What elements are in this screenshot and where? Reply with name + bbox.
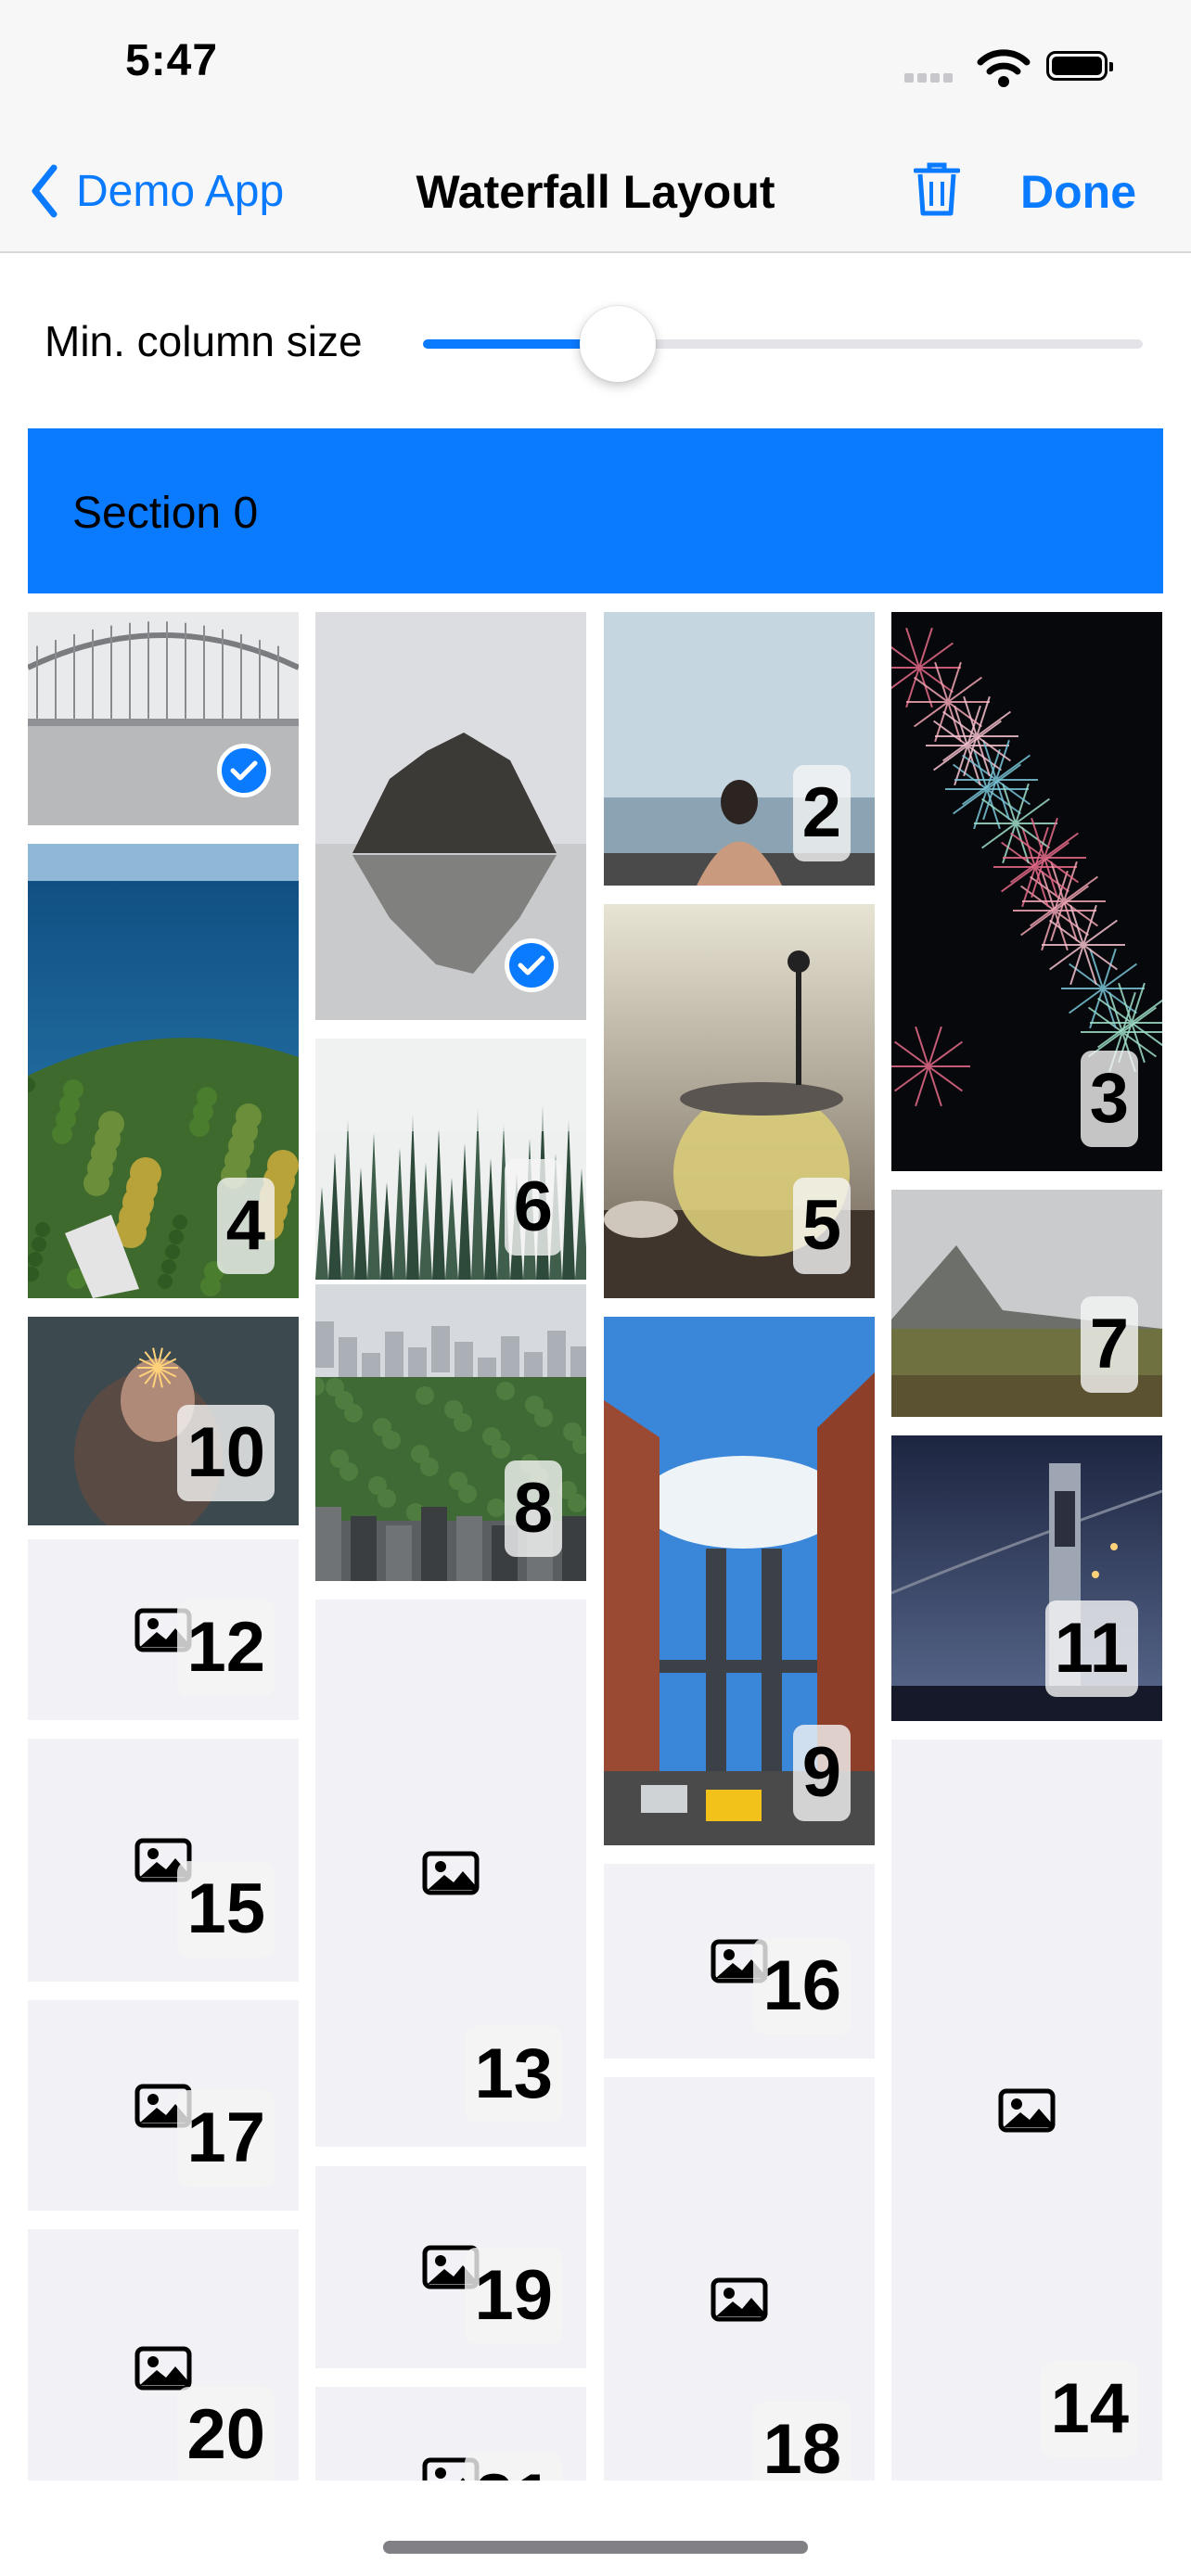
checkmark-icon — [217, 744, 271, 797]
back-button[interactable]: Demo App — [30, 163, 284, 219]
grid-item[interactable]: 19 — [315, 2166, 586, 2368]
grid-item[interactable]: 3 — [891, 612, 1162, 1171]
column-size-slider[interactable] — [423, 306, 1143, 382]
home-indicator — [383, 2541, 808, 2554]
item-number-label: 20 — [177, 2387, 275, 2480]
item-number-label: 2 — [792, 765, 851, 861]
grid-item[interactable]: 12 — [28, 1539, 299, 1720]
grid-item[interactable]: 9 — [604, 1317, 875, 1845]
cellular-signal-icon — [904, 70, 956, 87]
grid-item[interactable]: 6 — [315, 1039, 586, 1280]
item-number-label: 5 — [792, 1178, 851, 1274]
image-placeholder-icon — [998, 2088, 1056, 2133]
slider-thumb[interactable] — [579, 306, 656, 382]
grid-item[interactable]: 4 — [28, 844, 299, 1298]
item-number-label: 21 — [465, 2452, 562, 2480]
item-number-label: 13 — [465, 2026, 562, 2123]
bottom-safe-area — [0, 2480, 1191, 2576]
status-time: 5:47 — [125, 36, 219, 85]
item-number-label: 4 — [216, 1178, 275, 1274]
image-placeholder-icon — [134, 2346, 192, 2391]
item-number-label: 8 — [504, 1460, 562, 1557]
chevron-left-icon — [32, 164, 58, 218]
slider-label: Min. column size — [45, 317, 363, 365]
waterfall-grid: 2 3 4 5 6 7 8 9 10 11 12 13 14 15 16 17 18 19 20 — [0, 612, 1191, 2480]
grid-item[interactable]: 21 — [315, 2387, 586, 2480]
grid-item[interactable]: 8 — [315, 1284, 586, 1581]
column-size-control: Min. column size — [0, 253, 1191, 429]
section-header: Section 0 — [28, 428, 1163, 593]
checkmark-icon — [505, 938, 558, 992]
item-number-label: 15 — [177, 1861, 275, 1958]
navigation-bar: Demo App Waterfall Layout Done — [0, 121, 1191, 253]
item-number-label: 17 — [177, 2090, 275, 2187]
grid-item[interactable]: 15 — [28, 1739, 299, 1982]
item-number-label: 19 — [465, 2248, 562, 2344]
grid-item[interactable]: 18 — [604, 2077, 875, 2480]
grid-item[interactable]: 17 — [28, 2000, 299, 2211]
grid-item[interactable]: 2 — [604, 612, 875, 886]
back-button-label: Demo App — [76, 166, 285, 216]
section-title: Section 0 — [72, 489, 259, 538]
image-placeholder-icon — [422, 1851, 480, 1895]
item-number-label: 10 — [177, 1405, 275, 1501]
trash-icon — [913, 162, 961, 216]
item-number-label: 12 — [177, 1600, 275, 1696]
grid-item[interactable]: 7 — [891, 1190, 1162, 1417]
grid-item[interactable]: 5 — [604, 904, 875, 1298]
grid-item[interactable]: 20 — [28, 2229, 299, 2480]
item-number-label: 6 — [504, 1159, 562, 1256]
done-button[interactable]: Done — [1020, 165, 1136, 219]
item-number-label: 18 — [753, 2402, 851, 2480]
wifi-icon — [977, 48, 1031, 92]
grid-item[interactable]: 14 — [891, 1740, 1162, 2480]
grid-item[interactable]: 13 — [315, 1600, 586, 2147]
trash-button[interactable] — [913, 161, 961, 222]
grid-item[interactable] — [315, 612, 586, 1020]
item-number-label: 9 — [792, 1725, 851, 1821]
grid-item[interactable] — [28, 612, 299, 825]
item-number-label: 3 — [1080, 1051, 1138, 1147]
grid-item[interactable]: 10 — [28, 1317, 299, 1525]
status-bar: 5:47 — [0, 0, 1191, 121]
item-number-label: 7 — [1080, 1296, 1138, 1393]
item-number-label: 16 — [753, 1938, 851, 2034]
image-placeholder-icon — [711, 2277, 768, 2322]
grid-item[interactable]: 11 — [891, 1435, 1162, 1721]
battery-icon — [1046, 51, 1113, 81]
grid-item[interactable]: 16 — [604, 1864, 875, 2059]
item-number-label: 11 — [1044, 1600, 1138, 1697]
item-number-label: 14 — [1041, 2361, 1138, 2457]
